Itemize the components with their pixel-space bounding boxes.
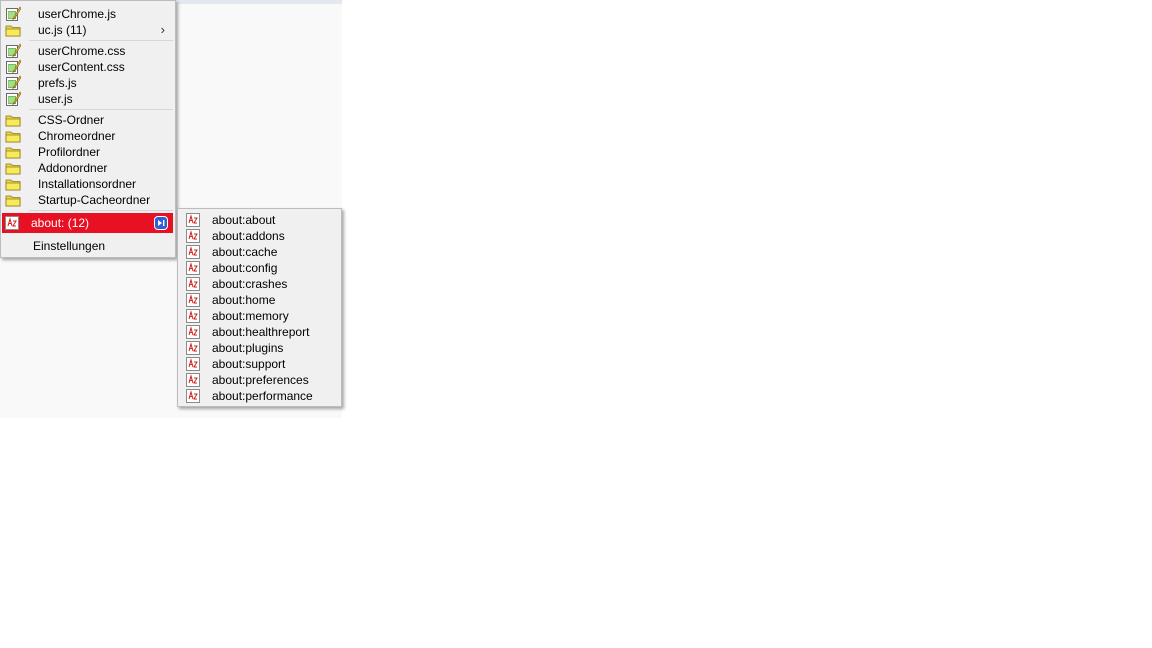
menu-item-label: about:addons: [212, 229, 285, 243]
about-page-icon: [185, 324, 201, 340]
about-submenu: about:about about:addons about:cache abo…: [177, 208, 342, 407]
menu-item-label: about:performance: [212, 389, 313, 403]
about-page-icon: [4, 215, 20, 231]
menu-item-label: Installationsordner: [38, 177, 137, 191]
menu-item-label: about:support: [212, 357, 286, 371]
about-page-icon: [185, 260, 201, 276]
menu-item-label: CSS-Ordner: [38, 113, 105, 127]
folder-icon: [5, 112, 21, 128]
menu-item-about-memory[interactable]: about:memory: [180, 308, 339, 324]
menu-item-label: Chromeordner: [38, 129, 116, 143]
toolbar-strip: [170, 0, 342, 4]
menu-item-about-cache[interactable]: about:cache: [180, 244, 339, 260]
menu-item-label: Profilordner: [38, 145, 101, 159]
menu-item-label: Einstellungen: [33, 239, 106, 253]
menu-item-usercontent-css[interactable]: userContent.css: [3, 59, 173, 75]
menu-item-about-crashes[interactable]: about:crashes: [180, 276, 339, 292]
main-context-menu: userChrome.js uc.js (11) › userChrome.cs…: [0, 0, 176, 258]
menu-item-label: about:memory: [212, 309, 289, 323]
about-page-icon: [185, 308, 201, 324]
about-page-icon: [185, 388, 201, 404]
menu-item-label: userContent.css: [38, 60, 125, 74]
menu-item-label: Addonordner: [38, 161, 108, 175]
about-page-icon: [185, 356, 201, 372]
about-page-icon: [185, 228, 201, 244]
about-page-icon: [185, 340, 201, 356]
menu-item-label: user.js: [38, 92, 73, 106]
menu-item-about-submenu[interactable]: about: (12): [2, 213, 173, 233]
edit-file-icon: [5, 43, 21, 59]
menu-item-about-config[interactable]: about:config: [180, 260, 339, 276]
menu-separator: [29, 210, 173, 211]
edit-file-icon: [5, 6, 21, 22]
menu-separator: [29, 40, 173, 41]
about-page-icon: [185, 292, 201, 308]
menu-item-label: about:home: [212, 293, 276, 307]
about-page-icon: [185, 372, 201, 388]
menu-item-label: userChrome.css: [38, 44, 126, 58]
menu-item-about-home[interactable]: about:home: [180, 292, 339, 308]
folder-icon: [5, 160, 21, 176]
folder-icon: [5, 144, 21, 160]
folder-icon: [5, 176, 21, 192]
menu-item-label: about:healthreport: [212, 325, 310, 339]
menu-item-chromeordner[interactable]: Chromeordner: [3, 128, 173, 144]
menu-item-installationsordner[interactable]: Installationsordner: [3, 176, 173, 192]
folder-icon: [5, 128, 21, 144]
folder-icon: [5, 22, 21, 38]
menu-item-label: about:crashes: [212, 277, 288, 291]
edit-file-icon: [5, 75, 21, 91]
menu-item-about-support[interactable]: about:support: [180, 356, 339, 372]
menu-item-label: about:preferences: [212, 373, 309, 387]
menu-item-css-ordner[interactable]: CSS-Ordner: [3, 112, 173, 128]
about-page-icon: [185, 244, 201, 260]
about-page-icon: [185, 212, 201, 228]
menu-item-about-preferences[interactable]: about:preferences: [180, 372, 339, 388]
menu-item-about-plugins[interactable]: about:plugins: [180, 340, 339, 356]
menu-item-uc-js-folder[interactable]: uc.js (11) ›: [3, 22, 173, 38]
menu-item-label: about:about: [212, 213, 276, 227]
menu-item-about-addons[interactable]: about:addons: [180, 228, 339, 244]
menu-item-label: uc.js (11): [38, 23, 87, 37]
about-page-icon: [185, 276, 201, 292]
menu-item-einstellungen[interactable]: Einstellungen: [3, 238, 173, 254]
menu-item-profilordner[interactable]: Profilordner: [3, 144, 173, 160]
submenu-arrow-icon: [155, 217, 167, 229]
menu-item-label: userChrome.js: [38, 7, 117, 21]
menu-item-prefs-js[interactable]: prefs.js: [3, 75, 173, 91]
menu-item-about-performance[interactable]: about:performance: [180, 388, 339, 404]
menu-item-label: about:cache: [212, 245, 278, 259]
menu-item-label: Startup-Cacheordner: [38, 193, 151, 207]
folder-icon: [5, 192, 21, 208]
menu-item-addonordner[interactable]: Addonordner: [3, 160, 173, 176]
menu-item-user-js[interactable]: user.js: [3, 91, 173, 107]
chevron-right-icon: ›: [160, 22, 165, 37]
menu-item-label: about:plugins: [212, 341, 284, 355]
menu-item-label: about:config: [212, 261, 278, 275]
edit-file-icon: [5, 59, 21, 75]
menu-item-userchrome-js[interactable]: userChrome.js: [3, 6, 173, 22]
menu-item-about-about[interactable]: about:about: [180, 212, 339, 228]
edit-file-icon: [5, 91, 21, 107]
menu-item-label: about: (12): [31, 216, 90, 230]
menu-item-startup-cacheordner[interactable]: Startup-Cacheordner: [3, 192, 173, 208]
menu-separator: [29, 109, 173, 110]
menu-item-about-healthreport[interactable]: about:healthreport: [180, 324, 339, 340]
menu-item-userchrome-css[interactable]: userChrome.css: [3, 43, 173, 59]
menu-item-label: prefs.js: [38, 76, 77, 90]
